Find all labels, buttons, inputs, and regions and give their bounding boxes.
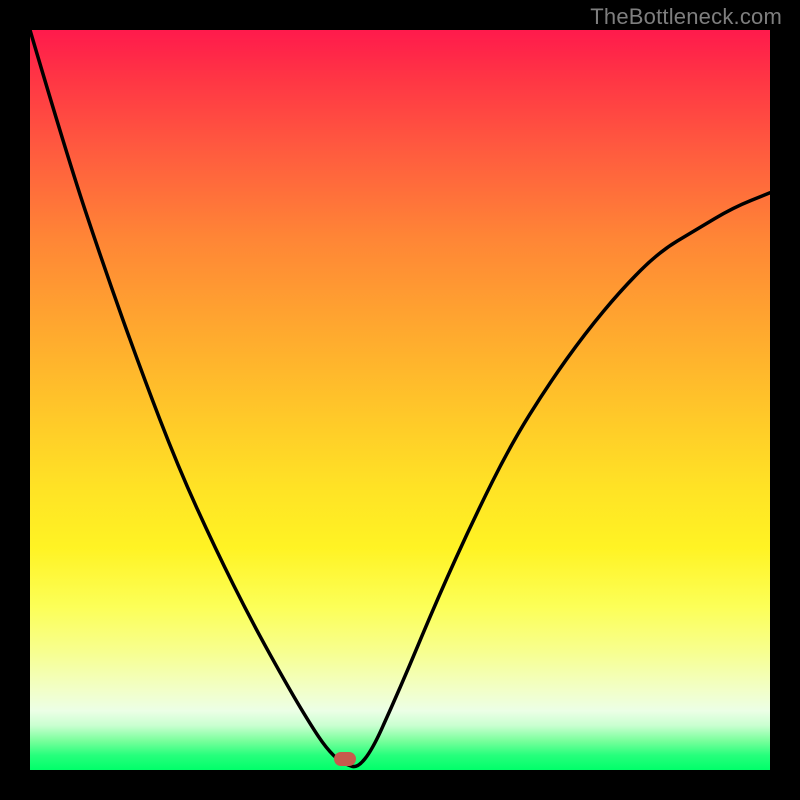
plot-area	[30, 30, 770, 770]
optimum-marker	[334, 752, 356, 766]
watermark-text: TheBottleneck.com	[590, 4, 782, 30]
bottleneck-curve	[30, 30, 770, 770]
chart-frame: TheBottleneck.com	[0, 0, 800, 800]
